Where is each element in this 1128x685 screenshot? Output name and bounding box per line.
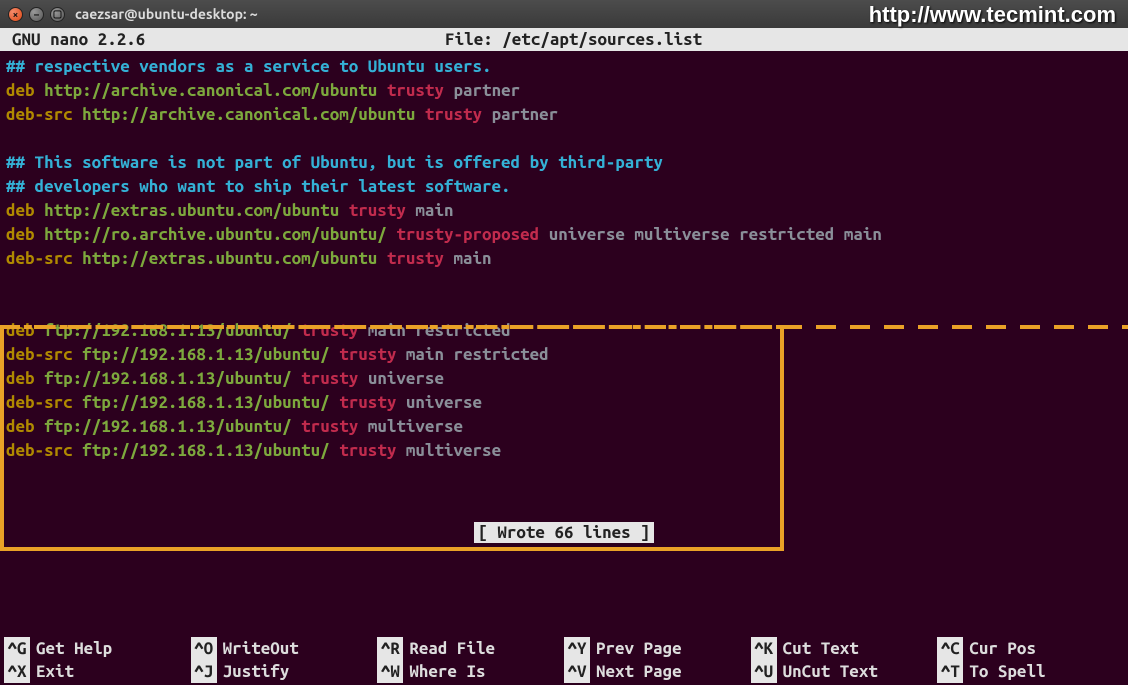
nano-header: GNU nano 2.2.6 File: /etc/apt/sources.li… [0,28,1128,51]
editor-line [6,295,1122,319]
shortcut-uncut-text[interactable]: ^U UnCut Text [751,660,938,683]
shortcut-label: Cur Pos [969,637,1036,660]
shortcut-label: UnCut Text [783,660,878,683]
shortcut-label: Where Is [409,660,485,683]
editor-line: deb-src ftp://192.168.1.13/ubuntu/ trust… [6,391,1122,415]
editor-line [6,127,1122,151]
window-controls: × – ▢ [8,7,65,22]
editor-line: deb http://archive.canonical.com/ubuntu … [6,79,1122,103]
shortcut-key: ^T [937,660,963,683]
maximize-icon[interactable]: ▢ [50,7,65,22]
shortcut-label: Get Help [36,637,112,660]
shortcut-key: ^K [751,637,777,660]
nano-status-line: [ Wrote 66 lines ] [0,523,1128,542]
shortcut-justify[interactable]: ^J Justify [191,660,378,683]
editor-line: deb ftp://192.168.1.13/ubuntu/ trusty ma… [6,319,1122,343]
shortcut-read-file[interactable]: ^R Read File [377,637,564,660]
editor-line: deb-src ftp://192.168.1.13/ubuntu/ trust… [6,439,1122,463]
shortcut-label: WriteOut [223,637,299,660]
shortcut-get-help[interactable]: ^G Get Help [4,637,191,660]
editor-line: ## This software is not part of Ubuntu, … [6,151,1122,175]
shortcut-where-is[interactable]: ^W Where Is [377,660,564,683]
shortcut-label: Exit [36,660,74,683]
shortcut-key: ^G [4,637,30,660]
editor-line: deb-src ftp://192.168.1.13/ubuntu/ trust… [6,343,1122,367]
shortcut-key: ^J [191,660,217,683]
shortcut-key: ^V [564,660,590,683]
editor-line: ## developers who want to ship their lat… [6,175,1122,199]
nano-app-name: GNU nano 2.2.6 [6,30,145,49]
editor-line: ## respective vendors as a service to Ub… [6,55,1122,79]
shortcut-key: ^R [377,637,403,660]
shortcut-key: ^O [191,637,217,660]
shortcut-label: To Spell [969,660,1045,683]
shortcut-writeout[interactable]: ^O WriteOut [191,637,378,660]
shortcut-next-page[interactable]: ^V Next Page [564,660,751,683]
shortcut-key: ^C [937,637,963,660]
shortcut-label: Read File [409,637,495,660]
editor-line: deb-src http://extras.ubuntu.com/ubuntu … [6,247,1122,271]
editor-line: deb ftp://192.168.1.13/ubuntu/ trusty un… [6,367,1122,391]
shortcut-to-spell[interactable]: ^T To Spell [937,660,1124,683]
nano-status-text: [ Wrote 66 lines ] [474,522,653,543]
nano-file-label: File: [445,30,502,49]
close-icon[interactable]: × [8,7,23,22]
shortcut-key: ^U [751,660,777,683]
editor-line: deb http://ro.archive.ubuntu.com/ubuntu/… [6,223,1122,247]
editor-line [6,271,1122,295]
shortcut-key: ^X [4,660,30,683]
editor-content[interactable]: ## respective vendors as a service to Ub… [0,51,1128,463]
shortcut-cur-pos[interactable]: ^C Cur Pos [937,637,1124,660]
editor-line: deb ftp://192.168.1.13/ubuntu/ trusty mu… [6,415,1122,439]
shortcut-label: Cut Text [783,637,859,660]
shortcut-prev-page[interactable]: ^Y Prev Page [564,637,751,660]
editor-line: deb-src http://archive.canonical.com/ubu… [6,103,1122,127]
shortcut-label: Justify [223,660,290,683]
watermark-text: http://www.tecmint.com [869,2,1116,28]
shortcut-cut-text[interactable]: ^K Cut Text [751,637,938,660]
nano-file-path: /etc/apt/sources.list [502,30,702,49]
minimize-icon[interactable]: – [29,7,44,22]
shortcut-key: ^W [377,660,403,683]
shortcut-label: Next Page [596,660,682,683]
shortcut-exit[interactable]: ^X Exit [4,660,191,683]
editor-line: deb http://extras.ubuntu.com/ubuntu trus… [6,199,1122,223]
nano-shortcuts-bar: ^G Get Help ^O WriteOut ^R Read File ^Y Prev Pa… [0,637,1128,685]
shortcut-label: Prev Page [596,637,682,660]
shortcut-key: ^Y [564,637,590,660]
window-title: caezsar@ubuntu-desktop: ~ [75,6,258,22]
